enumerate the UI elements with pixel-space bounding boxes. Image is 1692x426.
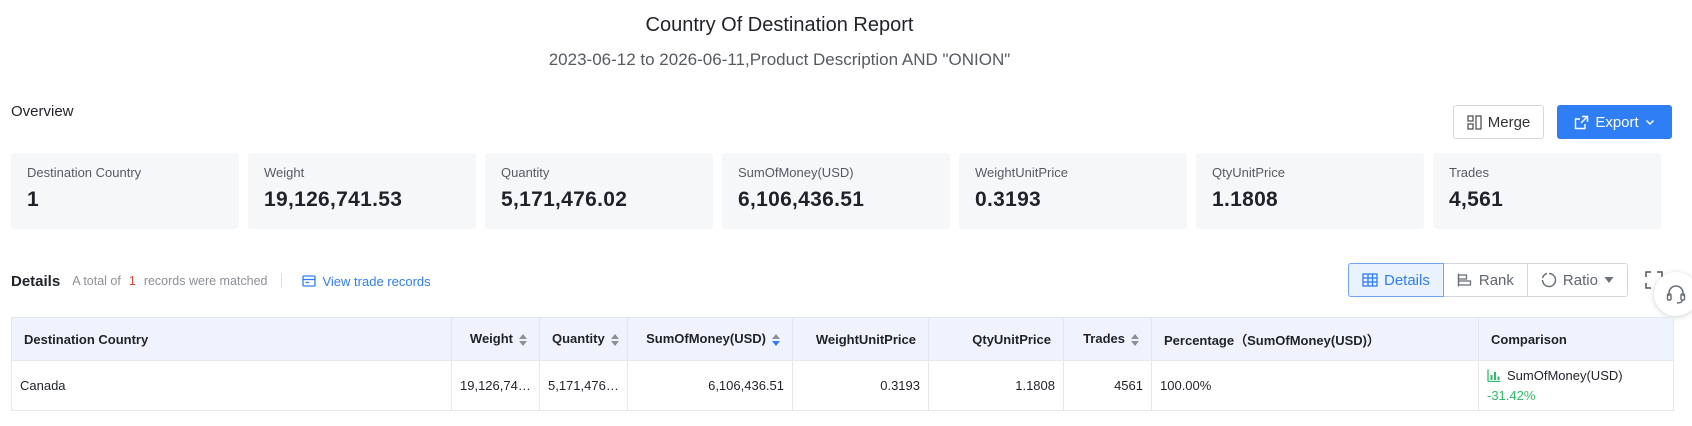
view-trade-records-link[interactable]: View trade records [302,273,431,289]
stat-value: 1.1808 [1212,188,1279,211]
tab-rank-label: Rank [1478,271,1514,289]
col-header-trades[interactable]: Trades [1063,317,1152,361]
merge-icon [1467,114,1482,130]
divider [281,274,283,288]
records-matched-info: A total of 1 records were matched [72,274,267,288]
stat-label: WeightUnitPrice [975,165,1068,180]
chevron-down-icon [1645,120,1654,125]
col-header-quantity[interactable]: Quantity [539,317,628,361]
info-prefix: A total of [72,274,121,288]
merge-button[interactable]: Merge [1453,105,1544,139]
col-header-label: Weight [469,331,513,347]
stat-value: 0.3193 [975,188,1042,211]
caret-down-icon [1604,277,1614,283]
col-header-label: SumOfMoney(USD) [646,331,766,347]
comparison-metric[interactable]: SumOfMoney(USD) [1487,368,1665,383]
col-header-sum-of-money[interactable]: SumOfMoney(USD) [627,317,793,361]
cell-weight-unit-price: 0.3193 [792,360,929,411]
cell-weight: 19,126,741.53 [451,360,540,411]
export-button[interactable]: Export [1557,105,1672,139]
merge-label: Merge [1487,113,1531,131]
report-subtitle: 2023-06-12 to 2026-06-11,Product Descrip… [548,50,1011,69]
table-header-row: Destination Country Weight Quantity SumO… [11,317,1674,361]
view-link-label: View trade records [322,273,431,289]
report-title: Country Of Destination Report [645,14,914,36]
stat-qty-unit-price: QtyUnitPrice 1.1808 [1196,153,1424,229]
cell-qty-unit-price: 1.1808 [928,360,1064,411]
tab-details-label: Details [1384,271,1430,289]
stat-value: 19,126,741.53 [264,188,403,211]
col-header-label: Trades [1083,331,1125,347]
rank-icon [1457,273,1472,287]
table-icon [1362,273,1378,287]
col-header-label: Destination Country [24,331,149,347]
view-records-icon [302,275,317,287]
stat-value: 1 [27,188,39,211]
details-table: Destination Country Weight Quantity SumO… [11,317,1674,411]
tab-ratio-label: Ratio [1562,271,1598,289]
details-title: Details [11,272,61,290]
tab-details[interactable]: Details [1348,263,1444,297]
view-toggle: Details Rank Ratio [1348,263,1628,297]
comparison-change: -31.42% [1487,388,1536,403]
col-header-comparison: Comparison [1478,317,1674,361]
col-header-weight-unit-price: WeightUnitPrice [792,317,929,361]
cell-percentage: 100.00% [1151,360,1479,411]
cell-country: Canada [11,360,452,411]
col-header-label: QtyUnitPrice [972,331,1051,347]
stat-value: 4,561 [1449,188,1504,211]
sort-icon[interactable] [519,333,527,347]
col-header-label: WeightUnitPrice [815,331,916,347]
stat-label: Trades [1449,165,1489,180]
stat-label: SumOfMoney(USD) [738,165,854,180]
stat-sum-of-money: SumOfMoney(USD) 6,106,436.51 [722,153,950,229]
cell-comparison: SumOfMoney(USD) -31.42% [1478,360,1674,411]
support-button[interactable] [1654,272,1692,316]
records-count: 1 [128,274,136,288]
ratio-icon [1541,272,1557,288]
sort-icon[interactable] [1131,333,1139,347]
cell-quantity: 5,171,476.02 [539,360,628,411]
stat-value: 5,171,476.02 [501,188,628,211]
sort-icon[interactable] [610,333,619,347]
export-label: Export [1595,113,1639,131]
col-header-label: Comparison [1491,331,1567,347]
info-suffix: records were matched [143,274,268,288]
col-header-label: Percentage（SumOfMoney(USD)） [1164,332,1380,348]
cell-trades: 4561 [1063,360,1152,411]
comparison-label: SumOfMoney(USD) [1507,368,1623,383]
details-header: Details A total of 1 records were matched … [11,270,431,292]
stat-weight: Weight 19,126,741.53 [248,153,476,229]
tab-rank[interactable]: Rank [1442,263,1528,297]
col-header-percentage: Percentage（SumOfMoney(USD)） [1151,317,1479,361]
chart-icon [1487,369,1501,382]
headset-icon [1666,285,1686,304]
col-header-qty-unit-price: QtyUnitPrice [928,317,1064,361]
col-header-destination-country: Destination Country [11,317,452,361]
export-icon [1575,115,1589,129]
overview-label: Overview [11,103,74,120]
stat-trades: Trades 4,561 [1433,153,1661,229]
stat-label: Quantity [501,165,550,180]
overview-stats: Destination Country 1 Weight 19,126,741.… [11,153,1661,229]
col-header-label: Quantity [552,331,605,347]
table-row: Canada 19,126,741.53 5,171,476.02 6,106,… [11,360,1674,411]
stat-label: Weight [264,165,305,180]
stat-quantity: Quantity 5,171,476.02 [485,153,713,229]
cell-sum-of-money: 6,106,436.51 [627,360,793,411]
stat-destination-country: Destination Country 1 [11,153,239,229]
tab-ratio[interactable]: Ratio [1526,263,1628,297]
stat-value: 6,106,436.51 [738,188,865,211]
col-header-weight[interactable]: Weight [451,317,540,361]
stat-label: QtyUnitPrice [1212,165,1285,180]
stat-label: Destination Country [27,165,142,180]
stat-weight-unit-price: WeightUnitPrice 0.3193 [959,153,1187,229]
sort-desc-icon[interactable] [772,333,780,347]
